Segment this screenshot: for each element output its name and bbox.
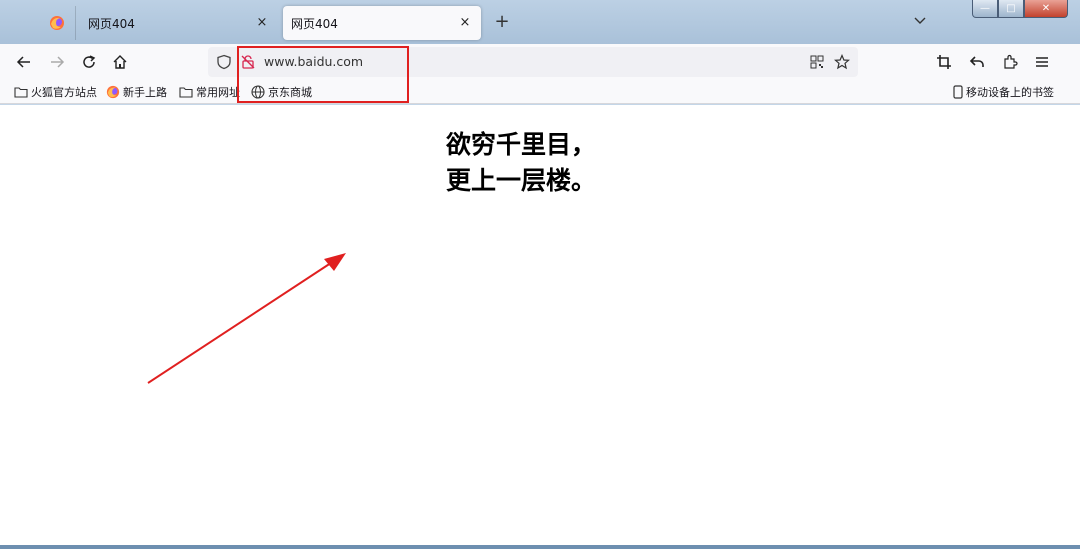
tab-pinned-firefox[interactable] [38, 6, 76, 40]
reload-icon[interactable] [77, 50, 101, 74]
taskbar-edge [0, 545, 1080, 549]
close-icon[interactable]: × [457, 15, 473, 31]
chevron-down-icon[interactable] [910, 12, 930, 32]
close-icon[interactable]: × [254, 15, 270, 31]
page-content: 欲穷千里目， 更上一层楼。 [0, 105, 1064, 545]
crop-icon[interactable] [932, 50, 956, 74]
shield-icon[interactable] [216, 54, 232, 70]
qr-code-icon[interactable] [810, 54, 826, 70]
mobile-bookmarks[interactable]: 移动设备上的书签 [953, 83, 1054, 101]
browser-window: 网页404 × 网页404 × + — □ ✕ www.baidu.com 火狐… [0, 0, 1080, 549]
firefox-icon [106, 85, 120, 99]
tab-2-active[interactable]: 网页404 × [283, 6, 481, 40]
bookmark-item[interactable]: 常用网址 [179, 83, 240, 101]
poem-line-2: 更上一层楼。 [446, 166, 597, 195]
bookmark-item[interactable]: 新手上路 [106, 83, 167, 101]
annotation-highlight-box [237, 46, 409, 103]
bookmark-label: 移动设备上的书签 [966, 86, 1054, 99]
maximize-button[interactable]: □ [998, 0, 1024, 18]
bookmark-label: 常用网址 [196, 86, 240, 99]
undo-icon[interactable] [965, 50, 989, 74]
bookmark-item[interactable]: 火狐官方站点 [14, 83, 97, 101]
close-window-button[interactable]: ✕ [1024, 0, 1068, 18]
bookmark-label: 新手上路 [123, 86, 167, 99]
menu-icon[interactable] [1030, 50, 1054, 74]
forward-icon[interactable] [45, 50, 69, 74]
mobile-icon [953, 85, 963, 99]
tab-title: 网页404 [291, 16, 338, 31]
tab-1[interactable]: 网页404 × [78, 6, 278, 40]
home-icon[interactable] [108, 50, 132, 74]
tab-title: 网页404 [88, 16, 135, 31]
minimize-button[interactable]: — [972, 0, 998, 18]
bookmarks-toolbar: 火狐官方站点 新手上路 常用网址 京东商城 移动设备上的书签 [0, 80, 1080, 104]
back-icon[interactable] [12, 50, 36, 74]
scrollbar[interactable] [1064, 105, 1080, 545]
bookmark-label: 火狐官方站点 [31, 86, 97, 99]
poem-line-1: 欲穷千里目， [446, 130, 597, 159]
folder-icon [14, 87, 28, 98]
firefox-icon [49, 16, 64, 30]
poem-text: 欲穷千里目， 更上一层楼。 [446, 127, 596, 199]
folder-icon [179, 87, 193, 98]
star-icon[interactable] [833, 53, 851, 70]
extensions-icon[interactable] [998, 50, 1022, 74]
tab-strip: 网页404 × 网页404 × + — □ ✕ [0, 0, 1080, 44]
annotation-arrow [147, 253, 346, 384]
window-controls: — □ ✕ [972, 0, 1068, 18]
nav-toolbar: www.baidu.com [0, 44, 1080, 80]
new-tab-button[interactable]: + [492, 12, 512, 32]
